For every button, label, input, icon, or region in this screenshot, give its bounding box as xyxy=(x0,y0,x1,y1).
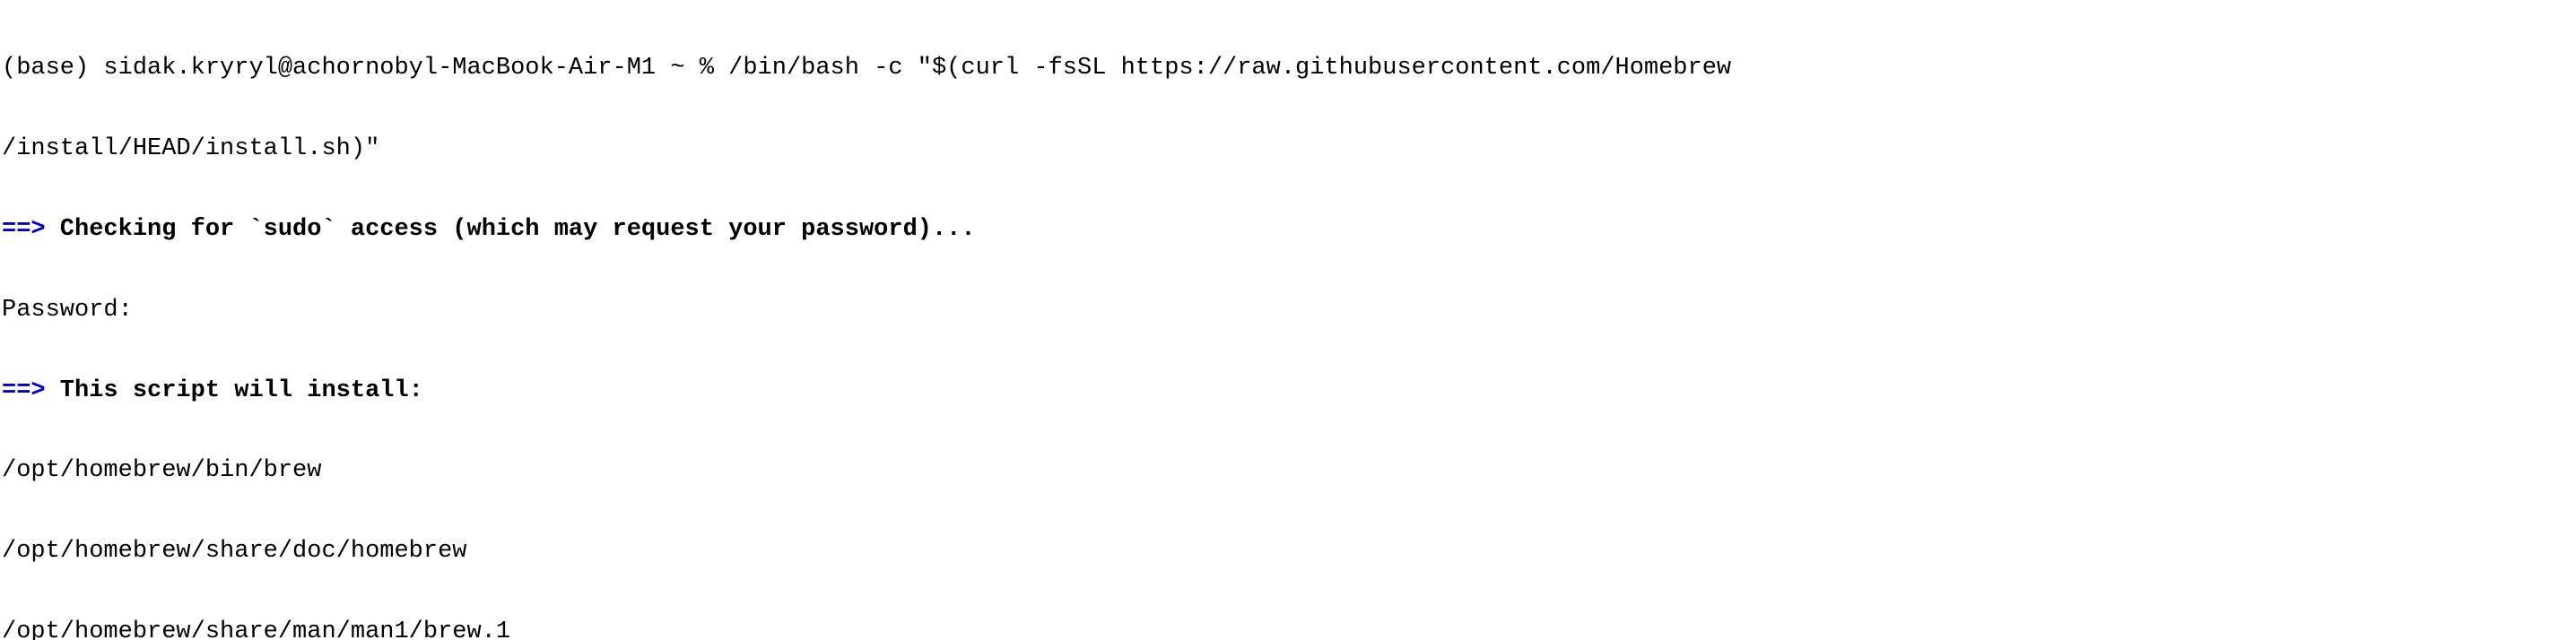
install-path: /opt/homebrew/share/doc/homebrew xyxy=(2,539,2576,566)
install-path: /opt/homebrew/bin/brew xyxy=(2,458,2576,485)
terminal-output[interactable]: (base) sidak.kryryl@achornobyl-MacBook-A… xyxy=(0,0,2576,640)
step2-text: This script will install: xyxy=(46,377,423,404)
command-line-1: (base) sidak.kryryl@achornobyl-MacBook-A… xyxy=(2,56,2576,82)
password-prompt: Password: xyxy=(2,298,2576,324)
install-path: /opt/homebrew/share/man/man1/brew.1 xyxy=(2,619,2576,640)
arrow-icon: ==> xyxy=(2,216,46,243)
step1-text: Checking for `sudo` access (which may re… xyxy=(46,216,976,243)
step-will-install: ==> This script will install: xyxy=(2,378,2576,405)
step-checking-sudo: ==> Checking for `sudo` access (which ma… xyxy=(2,217,2576,244)
arrow-icon: ==> xyxy=(2,377,46,404)
command-line-2: /install/HEAD/install.sh)" xyxy=(2,136,2576,163)
